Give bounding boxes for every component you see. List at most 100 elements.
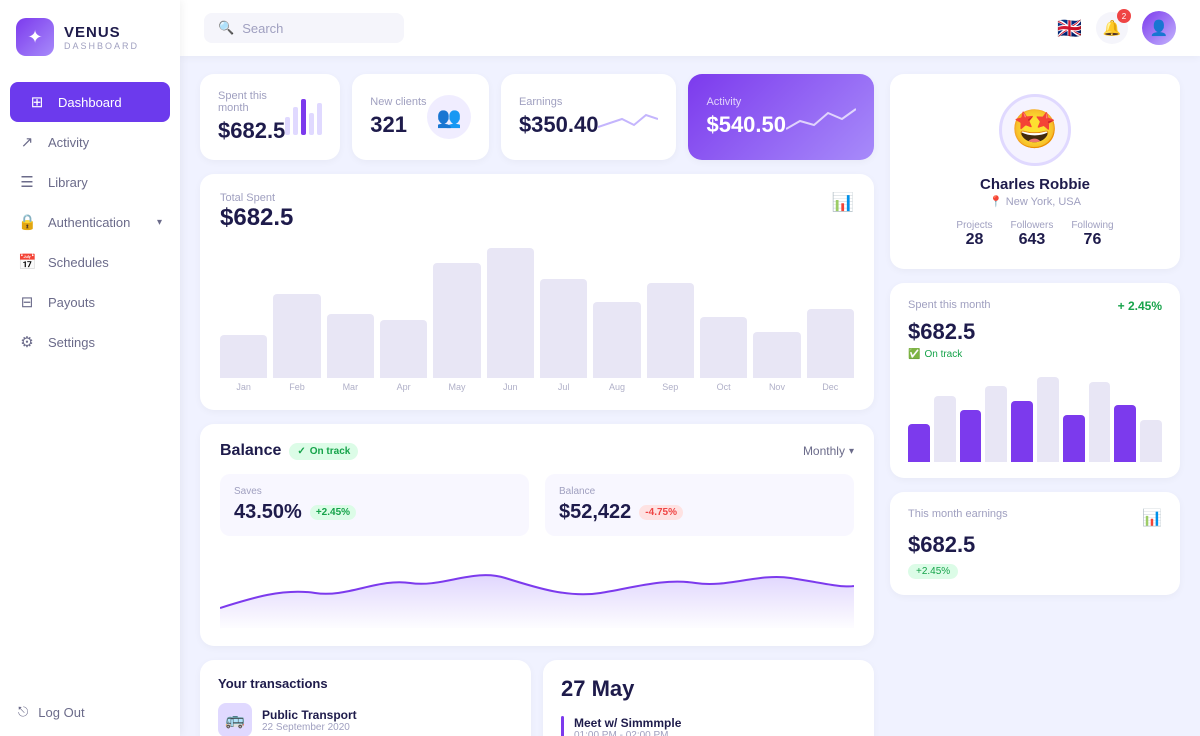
mini-bars-spent bbox=[285, 99, 322, 135]
balance-card: Balance ✓ On track Monthly ▾ Saves bbox=[200, 424, 874, 646]
profile-location: 📍 New York, USA bbox=[989, 195, 1081, 208]
area-svg bbox=[220, 548, 854, 628]
library-icon: ☰ bbox=[18, 173, 36, 191]
bar-label: Jan bbox=[236, 382, 251, 392]
sidebar-item-schedules[interactable]: 📅 Schedules bbox=[0, 242, 180, 282]
bar-group: May bbox=[433, 263, 480, 392]
gear-icon: ⚙ bbox=[18, 333, 36, 351]
stat-value-activity: $540.50 bbox=[706, 112, 786, 138]
bar-label: Jun bbox=[503, 382, 518, 392]
sidebar-item-settings[interactable]: ⚙ Settings bbox=[0, 322, 180, 362]
right-bar bbox=[985, 386, 1007, 462]
bar-group: Jul bbox=[540, 279, 587, 392]
nav: ⊞ Dashboard ↗ Activity ☰ Library 🔒 Authe… bbox=[0, 74, 180, 688]
total-spent-card: Total Spent $682.5 📊 JanFebMarAprMayJunJ… bbox=[200, 174, 874, 410]
event-details-0: Meet w/ Simmmple 01:00 PM - 02:00 PM bbox=[574, 716, 681, 736]
spending-pct: + 2.45% bbox=[1118, 299, 1162, 313]
profile-name: Charles Robbie bbox=[980, 176, 1090, 193]
bar bbox=[273, 294, 320, 378]
chart-title-label: Total Spent bbox=[220, 192, 293, 204]
sidebar-item-library[interactable]: ☰ Library bbox=[0, 162, 180, 202]
right-bar bbox=[1140, 420, 1162, 463]
bar-chart-icon: 📊 bbox=[832, 192, 854, 213]
bar-label: Oct bbox=[717, 382, 731, 392]
bar-label: Dec bbox=[822, 382, 838, 392]
on-track-badge: ✓ On track bbox=[289, 443, 358, 460]
profile-stats: Projects 28 Followers 643 Following 76 bbox=[956, 220, 1113, 249]
profile-card: 🤩 Charles Robbie 📍 New York, USA Project… bbox=[890, 74, 1180, 269]
bar bbox=[593, 302, 640, 378]
event-title-0: Meet w/ Simmmple bbox=[574, 716, 681, 730]
avatar[interactable]: 👤 bbox=[1142, 11, 1176, 45]
transaction-name-0: Public Transport bbox=[262, 708, 513, 722]
content-left: Spent this month $682.5 New clients 3 bbox=[200, 74, 874, 718]
mini-bar bbox=[293, 107, 298, 135]
check-circle-icon: ✅ bbox=[908, 349, 920, 360]
logo-icon: ✦ bbox=[16, 18, 54, 56]
bar-label: Sep bbox=[662, 382, 678, 392]
stat-card-info-activity: Activity $540.50 bbox=[706, 96, 786, 138]
earnings-label: This month earnings bbox=[908, 508, 1008, 520]
right-bar bbox=[1063, 415, 1085, 462]
bar bbox=[380, 320, 427, 378]
sidebar-item-activity[interactable]: ↗ Activity bbox=[0, 122, 180, 162]
stat-card-info-earnings: Earnings $350.40 bbox=[519, 96, 599, 138]
sidebar-item-dashboard[interactable]: ⊞ Dashboard bbox=[10, 82, 170, 122]
logo: ✦ VENUS DASHBOARD bbox=[0, 0, 180, 74]
balance-value: $52,422 -4.75% bbox=[559, 501, 840, 524]
chevron-down-icon: ▾ bbox=[849, 446, 854, 457]
stat-value-clients: 321 bbox=[370, 112, 426, 138]
content-area: Spent this month $682.5 New clients 3 bbox=[180, 56, 1200, 736]
spending-value: $682.5 bbox=[908, 319, 1162, 345]
saves-label: Saves bbox=[234, 486, 515, 497]
profile-stat-followers: Followers 643 bbox=[1011, 220, 1054, 249]
chart-title-value: $682.5 bbox=[220, 204, 293, 232]
mini-bar bbox=[285, 117, 290, 135]
chart-header: Total Spent $682.5 📊 bbox=[220, 192, 854, 232]
flag-icon: 🇬🇧 bbox=[1057, 16, 1082, 41]
stat-label-activity: Activity bbox=[706, 96, 786, 108]
topbar: 🔍 Search 🇬🇧 🔔 2 👤 bbox=[180, 0, 1200, 56]
profile-stat-following: Following 76 bbox=[1071, 220, 1113, 249]
bar-chart: JanFebMarAprMayJunJulAugSepOctNovDec bbox=[220, 242, 854, 392]
logout-icon: ⎋ bbox=[18, 704, 28, 720]
bar bbox=[700, 317, 747, 378]
earnings-sparkline bbox=[598, 99, 658, 135]
balance-title: Balance ✓ On track bbox=[220, 442, 358, 460]
bar-label: Apr bbox=[397, 382, 411, 392]
balance-pct: -4.75% bbox=[639, 505, 683, 520]
search-box[interactable]: 🔍 Search bbox=[204, 13, 404, 43]
bar-label: Aug bbox=[609, 382, 625, 392]
sidebar-item-payouts[interactable]: ⊟ Payouts bbox=[0, 282, 180, 322]
followers-value: 643 bbox=[1011, 231, 1054, 249]
right-bar bbox=[1011, 401, 1033, 462]
bar-group: Jan bbox=[220, 335, 267, 392]
location-icon: 📍 bbox=[989, 196, 1003, 208]
main-area: 🔍 Search 🇬🇧 🔔 2 👤 Spent this month $682.… bbox=[180, 0, 1200, 736]
stat-value-spent: $682.5 bbox=[218, 118, 285, 144]
logout-button[interactable]: ⎋ Log Out bbox=[0, 688, 180, 736]
bar bbox=[647, 283, 694, 378]
event-time-0: 01:00 PM - 02:00 PM bbox=[574, 730, 681, 736]
stat-label-spent: Spent this month bbox=[218, 90, 285, 114]
users-icon: 👥 bbox=[436, 105, 461, 130]
bar-group: Dec bbox=[807, 309, 854, 392]
check-icon: ✓ bbox=[297, 446, 305, 457]
period-selector[interactable]: Monthly ▾ bbox=[803, 444, 854, 458]
calendar-icon: 📅 bbox=[18, 253, 36, 271]
sidebar-item-authentication[interactable]: 🔒 Authentication ▾ bbox=[0, 202, 180, 242]
bar-label: Mar bbox=[343, 382, 359, 392]
grid-icon: ⊞ bbox=[28, 93, 46, 111]
stat-card-info-spent: Spent this month $682.5 bbox=[218, 90, 285, 144]
topbar-right: 🇬🇧 🔔 2 👤 bbox=[1057, 11, 1176, 45]
stat-card-activity: Activity $540.50 bbox=[688, 74, 874, 160]
sidebar-label-library: Library bbox=[48, 175, 88, 190]
payout-icon: ⊟ bbox=[18, 293, 36, 311]
balance-metric: Balance $52,422 -4.75% bbox=[545, 474, 854, 536]
earnings-badge: +2.45% bbox=[908, 564, 958, 579]
chart-title: Total Spent $682.5 bbox=[220, 192, 293, 232]
following-label: Following bbox=[1071, 220, 1113, 231]
sidebar-label-dashboard: Dashboard bbox=[58, 95, 122, 110]
bar-group: Sep bbox=[647, 283, 694, 392]
notifications-button[interactable]: 🔔 2 bbox=[1096, 12, 1128, 44]
